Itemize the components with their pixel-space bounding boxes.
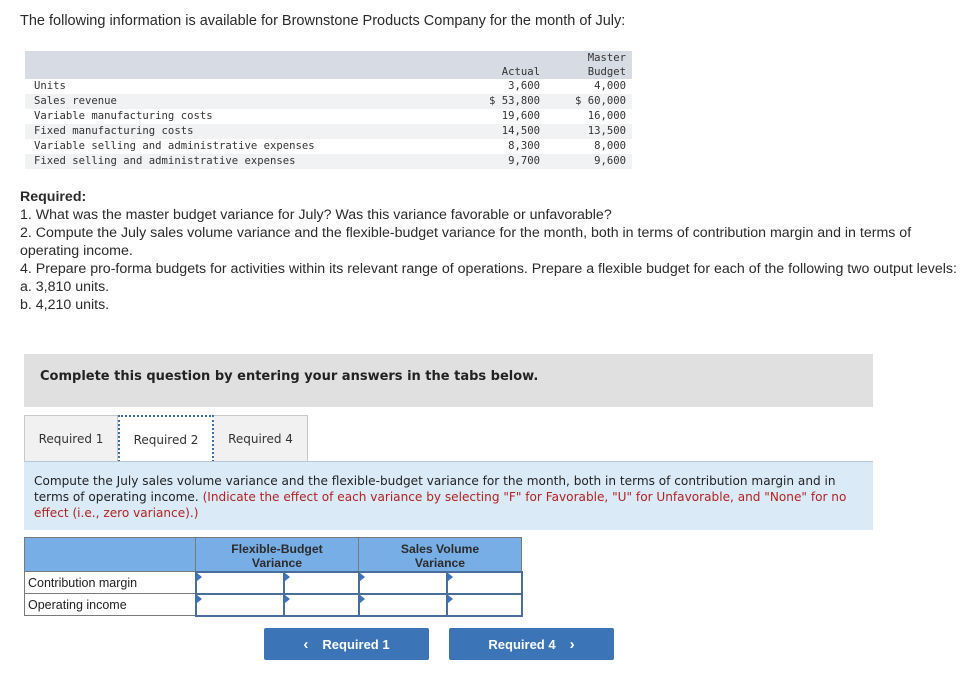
table-row: Variable manufacturing costs 19,600 16,0… <box>25 109 632 124</box>
header-actual: Actual <box>464 51 546 79</box>
actual-value: 19,600 <box>501 110 540 122</box>
answer-row-contribution-margin: Contribution margin <box>24 570 523 595</box>
tab-required-1[interactable]: Required 1 <box>24 415 118 462</box>
cm-sales-effect-select[interactable] <box>447 572 521 593</box>
master-value: 9,600 <box>546 154 632 169</box>
prev-button-label: Required 1 <box>322 636 390 652</box>
instructions-bar: Complete this question by entering your … <box>24 354 873 407</box>
dropdown-flag-icon <box>284 594 290 603</box>
table-row: Fixed selling and administrative expense… <box>25 154 632 169</box>
header-sales-line2: Variance <box>414 556 466 570</box>
cm-flex-effect-select[interactable] <box>284 572 358 593</box>
required-item-1: 1. What was the master budget variance f… <box>20 207 612 223</box>
row-label: Units <box>34 80 66 92</box>
master-value: 8,000 <box>594 140 626 152</box>
budget-data-table: Actual Master Budget Units 3,600 4,000 Sa… <box>25 51 632 169</box>
dropdown-flag-icon <box>447 594 453 603</box>
master-value: 16,000 <box>587 110 626 122</box>
next-button-label: Required 4 <box>488 636 556 652</box>
header-sales-volume-variance: Sales Volume Variance <box>358 537 522 572</box>
oi-sales-effect-cell[interactable] <box>445 592 523 617</box>
cm-flex-amount-input[interactable] <box>196 572 283 593</box>
intro-text: The following information is available f… <box>20 13 626 29</box>
cm-sales-effect-cell[interactable] <box>445 570 523 595</box>
row-label: Fixed selling and administrative expense… <box>25 154 464 169</box>
table-row: Sales revenue $ 53,800 $ 60,000 <box>25 94 632 109</box>
chevron-left-icon: ‹ <box>303 635 309 653</box>
cm-flex-amount-cell[interactable] <box>194 570 285 595</box>
tab-bar: Required 1 Required 2 Required 4 <box>24 415 308 462</box>
required-item-2: 2. Compute the July sales volume varianc… <box>20 225 912 259</box>
actual-value: 8,300 <box>508 140 540 152</box>
header-actual-text: Actual <box>501 66 540 78</box>
oi-flex-effect-select[interactable] <box>284 594 358 615</box>
table-row: Units 3,600 4,000 <box>25 79 632 94</box>
header-sales-line1: Sales Volume <box>400 542 480 556</box>
answer-header-row: Flexible-Budget Variance Sales Volume Vari… <box>24 537 522 572</box>
next-required-4-button[interactable]: Required 4 › <box>449 628 614 660</box>
instructions-text: Complete this question by entering your … <box>40 369 539 384</box>
master-value: 4,000 <box>594 80 626 92</box>
actual-value: $ 53,800 <box>464 94 546 109</box>
actual-value: 9,700 <box>464 154 546 169</box>
header-flex-line2: Variance <box>251 556 303 570</box>
input-flag-icon <box>359 572 365 581</box>
row-label: Sales revenue <box>25 94 464 109</box>
oi-sales-amount-input[interactable] <box>359 594 446 615</box>
chevron-right-icon: › <box>569 635 575 653</box>
header-master-budget: Master Budget <box>546 51 632 79</box>
variance-answer-table: Flexible-Budget Variance Sales Volume Vari… <box>24 537 523 617</box>
cm-sales-amount-input[interactable] <box>359 572 446 593</box>
input-flag-icon <box>196 594 202 603</box>
cm-sales-amount-cell[interactable] <box>357 570 448 595</box>
table-row: Fixed manufacturing costs 14,500 13,500 <box>25 124 632 139</box>
header-flex-line1: Flexible-Budget <box>231 542 323 556</box>
required-heading: Required: <box>20 189 87 205</box>
row-label: Contribution margin <box>24 571 196 594</box>
table-header-row: Actual Master Budget <box>25 51 632 79</box>
answer-header-blank <box>24 537 196 572</box>
input-flag-icon <box>359 594 365 603</box>
cm-flex-effect-cell[interactable] <box>282 570 360 595</box>
actual-value: 14,500 <box>464 124 546 139</box>
row-label: Fixed manufacturing costs <box>25 124 464 139</box>
tab-required-2[interactable]: Required 2 <box>118 415 214 462</box>
header-master-line1: Master <box>587 52 626 64</box>
actual-value: 3,600 <box>508 80 540 92</box>
dropdown-flag-icon <box>284 572 290 581</box>
dropdown-flag-icon <box>447 572 453 581</box>
required-item-4b: b. 4,210 units. <box>20 297 110 313</box>
row-label: Operating income <box>24 593 196 616</box>
oi-flex-effect-cell[interactable] <box>282 592 360 617</box>
row-label: Variable selling and administrative expe… <box>34 140 315 152</box>
prev-required-1-button[interactable]: ‹ Required 1 <box>264 628 429 660</box>
header-flexible-budget-variance: Flexible-Budget Variance <box>195 537 359 572</box>
table-row: Variable selling and administrative expe… <box>25 139 632 154</box>
input-flag-icon <box>196 572 202 581</box>
tab-required-4[interactable]: Required 4 <box>214 415 308 462</box>
required-item-4a: a. 3,810 units. <box>20 279 110 295</box>
oi-sales-effect-select[interactable] <box>447 594 521 615</box>
header-label-blank <box>25 51 464 79</box>
row-label: Variable manufacturing costs <box>34 110 213 122</box>
question-prompt: Compute the July sales volume variance a… <box>24 462 873 530</box>
master-value: $ 60,000 <box>546 94 632 109</box>
header-master-line2: Budget <box>587 66 626 78</box>
oi-flex-amount-cell[interactable] <box>194 592 285 617</box>
master-value: 13,500 <box>546 124 632 139</box>
oi-flex-amount-input[interactable] <box>196 594 283 615</box>
oi-sales-amount-cell[interactable] <box>357 592 448 617</box>
required-item-4: 4. Prepare pro-forma budgets for activit… <box>20 261 957 277</box>
required-section: Required: 1. What was the master budget … <box>20 188 965 314</box>
answer-row-operating-income: Operating income <box>24 592 523 617</box>
